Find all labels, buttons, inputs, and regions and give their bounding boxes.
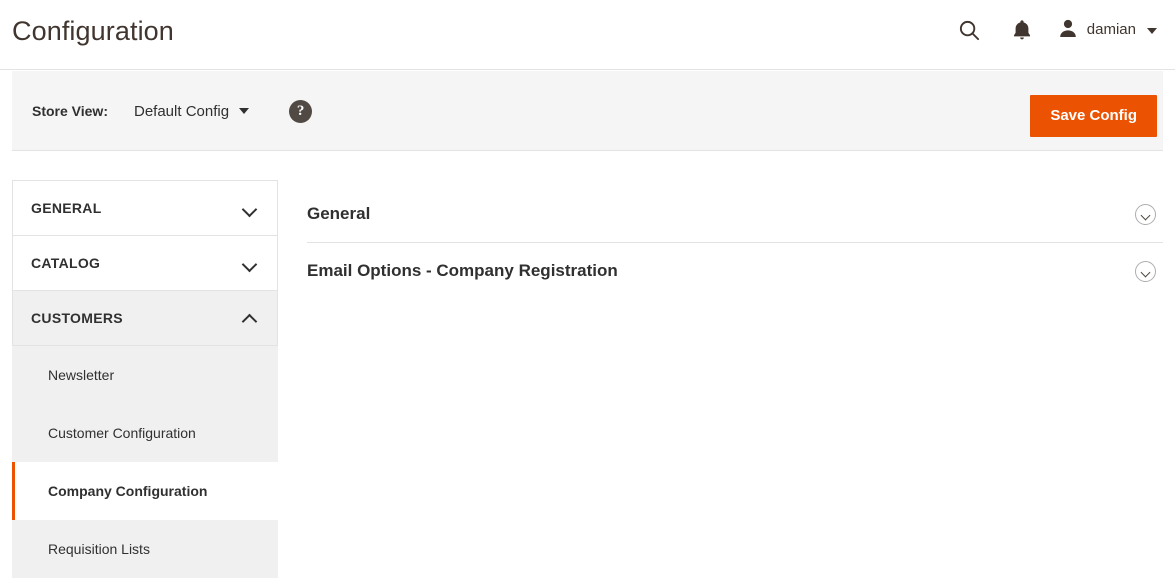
sidebar-section-customers: CUSTOMERS (12, 290, 278, 346)
sidebar-item-company-configuration[interactable]: Company Configuration (12, 462, 281, 520)
config-nav: GENERAL CATALOG CUSTOMERS Newsletter Cus… (12, 180, 281, 578)
sidebar-section-label: CUSTOMERS (31, 310, 123, 326)
fieldset-general: General (307, 186, 1163, 243)
user-avatar-icon (1058, 18, 1078, 43)
admin-header: Configuration damian (0, 0, 1175, 70)
sidebar-section-general: GENERAL (12, 180, 278, 235)
chevron-down-icon (1147, 28, 1157, 34)
save-config-button[interactable]: Save Config (1030, 95, 1157, 137)
search-button[interactable] (944, 12, 996, 48)
page-title: Configuration (12, 16, 174, 46)
fieldset-email-options-toggle[interactable]: Email Options - Company Registration (307, 243, 1163, 299)
fieldset-title: General (307, 204, 371, 223)
sidebar-section-customers-toggle[interactable]: CUSTOMERS (13, 291, 277, 345)
notifications-button[interactable] (996, 12, 1048, 48)
user-name: damian (1086, 21, 1136, 38)
chevron-down-icon (243, 259, 257, 268)
user-menu[interactable]: damian (1048, 12, 1157, 48)
admin-configuration-page: Configuration damian Store View: Default… (0, 0, 1175, 584)
sidebar-item-customer-configuration[interactable]: Customer Configuration (12, 404, 278, 462)
chevron-down-icon (243, 204, 257, 213)
sidebar-item-newsletter[interactable]: Newsletter (12, 346, 278, 404)
store-switcher-bar: Store View: Default Config ? (12, 71, 1163, 151)
bell-icon (1012, 19, 1032, 41)
chevron-down-icon (239, 108, 250, 114)
sidebar-item-requisition-lists[interactable]: Requisition Lists (12, 520, 278, 578)
sidebar-section-general-toggle[interactable]: GENERAL (13, 181, 277, 235)
store-view-select[interactable]: Default Config (134, 102, 250, 120)
sidebar-section-label: CATALOG (31, 255, 101, 271)
question-mark-icon[interactable]: ? (289, 99, 313, 123)
sidebar-section-label: GENERAL (31, 200, 102, 216)
search-icon (958, 19, 981, 42)
store-switcher-group: Store View: Default Config ? (32, 71, 313, 151)
sidebar-section-catalog-toggle[interactable]: CATALOG (13, 236, 277, 290)
header-actions: damian (944, 12, 1157, 48)
fieldset-general-toggle[interactable]: General (307, 186, 1163, 242)
store-view-value: Default Config (134, 102, 230, 120)
fieldset-title: Email Options - Company Registration (307, 261, 618, 280)
store-view-label: Store View: (32, 103, 108, 119)
chevron-up-icon (243, 314, 257, 323)
chevron-down-circle-icon (1135, 203, 1156, 225)
sidebar-section-catalog: CATALOG (12, 235, 278, 290)
fieldset-email-options-company-registration: Email Options - Company Registration (307, 243, 1163, 299)
chevron-down-circle-icon (1135, 260, 1156, 282)
config-content: General Email Options - Company Registra… (307, 186, 1163, 299)
sidebar-subitem-list: Newsletter Customer Configuration Compan… (12, 346, 281, 578)
